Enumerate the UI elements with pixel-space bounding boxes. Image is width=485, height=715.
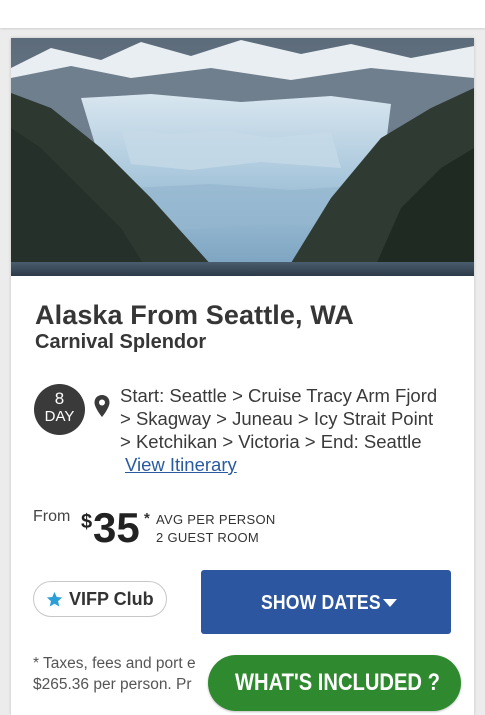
whats-included-button[interactable]: WHAT'S INCLUDED ? [208,655,461,711]
duration-badge: 8 DAY [34,384,85,435]
location-pin-icon [94,395,110,417]
chevron-down-icon [383,599,397,607]
ship-name: Carnival Splendor [35,331,207,353]
show-dates-button[interactable]: SHOW DATES [201,570,451,634]
vifp-club-badge[interactable]: VIFP Club [33,581,167,617]
cruise-title: Alaska From Seattle, WA [35,300,354,330]
cruise-card: Alaska From Seattle, WA Carnival Splendo… [11,38,474,715]
guest-room-label: 2 GUEST ROOM [156,530,260,545]
route-line-2: > Skagway > Juneau > Icy Strait Point [120,408,434,429]
duration-number: 8 [54,389,65,408]
view-itinerary-link[interactable]: View Itinerary [125,453,237,476]
avg-per-person-label: AVG PER PERSON [156,512,276,527]
show-dates-label: SHOW DATES [261,592,381,614]
route-line-1: Start: Seattle > Cruise Tracy Arm Fjord [120,385,438,406]
vifp-club-label: VIFP Club [69,589,154,609]
price-amount: 35 [93,504,140,551]
price-asterisk: * [144,510,150,527]
glacier-image [11,38,474,276]
disclaimer-line-1: * Taxes, fees and port e [33,655,196,672]
price-currency: $ [81,511,93,533]
duration-unit: DAY [44,408,75,425]
whats-included-label: WHAT'S INCLUDED ? [235,669,440,696]
star-icon [46,591,63,607]
from-label: From [33,508,71,525]
route-line-3: > Ketchikan > Victoria > End: Seattle [120,431,422,452]
disclaimer-line-2: $265.36 per person. Pr [33,676,192,693]
itinerary-route: Start: Seattle > Cruise Tracy Arm Fjord … [120,384,465,476]
hero-image[interactable] [11,38,474,276]
top-strip [0,0,485,28]
